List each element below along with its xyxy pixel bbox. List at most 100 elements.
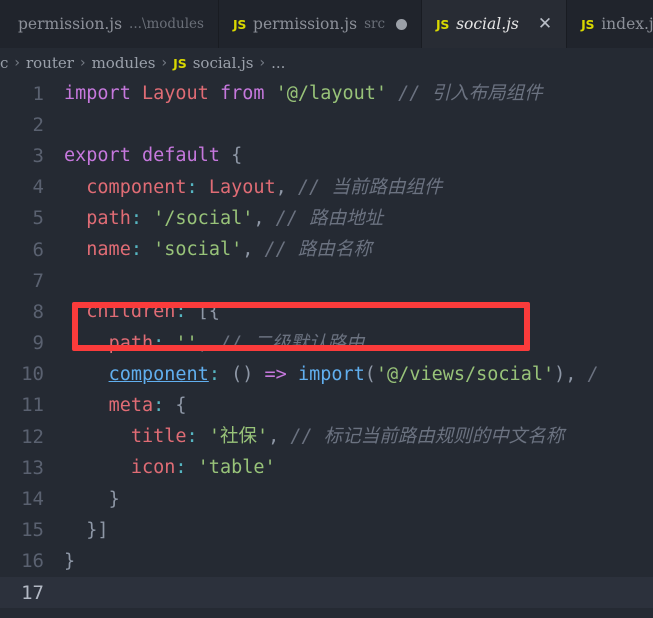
code-token: () — [231, 364, 253, 385]
line-number: 1 — [0, 83, 56, 105]
code-token: , — [276, 177, 287, 198]
unsaved-changes-dot-icon[interactable] — [396, 19, 407, 30]
code-token — [220, 364, 231, 385]
code-token — [64, 333, 109, 354]
code-token: import — [298, 364, 365, 385]
js-file-icon: JS — [581, 17, 594, 32]
code-line-content[interactable]: } — [56, 546, 75, 577]
code-token — [64, 301, 86, 322]
code-line[interactable]: 11 meta: { — [0, 390, 653, 421]
code-token — [253, 239, 264, 260]
breadcrumb-item[interactable]: c — [0, 54, 8, 72]
code-line[interactable]: 6 name: 'social', // 路由名称 — [0, 234, 653, 265]
code-line-content[interactable]: path: '/social', // 路由地址 — [56, 203, 383, 234]
code-line[interactable]: 7 — [0, 265, 653, 296]
code-line-content[interactable]: children: [{ — [56, 296, 220, 327]
breadcrumb-file[interactable]: social.js — [193, 54, 254, 72]
breadcrumb-item[interactable]: modules — [92, 54, 156, 72]
code-token: }] — [86, 520, 108, 541]
code-line-content[interactable]: export default { — [56, 140, 242, 171]
code-token: , — [268, 426, 279, 447]
close-icon[interactable]: ✕ — [538, 16, 552, 33]
code-token: Layout — [142, 83, 209, 104]
code-line-content[interactable]: component: () => import('@/views/social'… — [56, 359, 599, 390]
code-line[interactable]: 1import Layout from '@/layout' // 引入布局组件 — [0, 78, 653, 109]
code-token — [142, 208, 153, 229]
breadcrumb-separator-icon: › — [260, 55, 266, 71]
breadcrumb-item[interactable]: router — [26, 54, 74, 72]
code-token: '' — [175, 333, 197, 354]
code-token: : — [187, 426, 198, 447]
code-line-content[interactable]: meta: { — [56, 390, 187, 421]
code-token — [209, 333, 220, 354]
line-number: 14 — [0, 488, 56, 510]
code-token: // 路由地址 — [276, 208, 383, 229]
code-line[interactable]: 10 component: () => import('@/views/soci… — [0, 359, 653, 390]
code-line[interactable]: 2 — [0, 109, 653, 140]
code-token: '@/views/social' — [376, 364, 554, 385]
code-token: import — [64, 83, 131, 104]
code-line-content[interactable]: import Layout from '@/layout' // 引入布局组件 — [56, 78, 543, 109]
code-token: : — [209, 364, 220, 385]
code-line[interactable]: 14 } — [0, 483, 653, 514]
line-number: 15 — [0, 519, 56, 541]
code-line[interactable]: 17 — [0, 577, 653, 608]
code-line[interactable]: 4 component: Layout, // 当前路由组件 — [0, 172, 653, 203]
code-line-content[interactable]: title: '社保', // 标记当前路由规则的中文名称 — [56, 421, 564, 452]
code-token: / — [588, 364, 599, 385]
code-line-content[interactable]: }] — [56, 515, 109, 546]
code-line-content[interactable]: name: 'social', // 路由名称 — [56, 234, 372, 265]
code-token: , — [198, 333, 209, 354]
code-token — [209, 83, 220, 104]
code-line[interactable]: 12 title: '社保', // 标记当前路由规则的中文名称 — [0, 421, 653, 452]
code-token — [64, 457, 131, 478]
code-line[interactable]: 13 icon: 'table' — [0, 452, 653, 483]
code-line[interactable]: 16} — [0, 546, 653, 577]
code-line-content[interactable]: path: '', // 二级默认路由 — [56, 328, 364, 359]
code-line[interactable]: 15 }] — [0, 515, 653, 546]
code-token: : — [153, 333, 164, 354]
breadcrumb-symbol-placeholder[interactable]: ... — [271, 54, 285, 72]
code-line-content[interactable]: icon: 'table' — [56, 452, 276, 483]
code-token — [64, 395, 109, 416]
code-token: : — [153, 395, 164, 416]
js-file-icon: JS — [173, 56, 187, 71]
code-token: => — [265, 364, 287, 385]
line-number: 5 — [0, 207, 56, 229]
editor-tab-permission-js[interactable]: permission.js...\modules — [0, 0, 219, 48]
code-editor[interactable]: 1import Layout from '@/layout' // 引入布局组件… — [0, 78, 653, 618]
code-token: , — [242, 239, 253, 260]
line-number: 12 — [0, 426, 56, 448]
code-token: ) — [554, 364, 565, 385]
code-token: path — [109, 333, 154, 354]
code-token: '/social' — [153, 208, 253, 229]
editor-tab-social-js[interactable]: JSsocial.js✕ — [422, 0, 567, 48]
code-token: component — [109, 364, 209, 385]
code-token: // 引入布局组件 — [398, 83, 542, 104]
code-token: children — [86, 301, 175, 322]
editor-tab-permission-js[interactable]: JSpermission.jssrc — [219, 0, 422, 48]
editor-tab-index-js[interactable]: JSindex.js — [567, 0, 653, 48]
code-line-content[interactable]: component: Layout, // 当前路由组件 — [56, 172, 442, 203]
code-token — [287, 177, 298, 198]
code-token: default — [142, 145, 220, 166]
code-line[interactable]: 9 path: '', // 二级默认路由 — [0, 328, 653, 359]
line-number: 3 — [0, 145, 56, 167]
code-token — [64, 208, 86, 229]
code-line[interactable]: 5 path: '/social', // 路由地址 — [0, 203, 653, 234]
code-line[interactable]: 8 children: [{ — [0, 296, 653, 327]
code-line[interactable]: 3export default { — [0, 140, 653, 171]
code-token: Layout — [209, 177, 276, 198]
code-token — [279, 426, 290, 447]
code-token: : — [175, 457, 186, 478]
code-line-content[interactable]: } — [56, 484, 120, 515]
code-token: path — [86, 208, 131, 229]
code-token: ( — [365, 364, 376, 385]
code-token: { — [175, 395, 186, 416]
breadcrumb-separator-icon: › — [161, 55, 167, 71]
code-token: } — [109, 489, 120, 510]
line-number: 8 — [0, 301, 56, 323]
code-token: : — [187, 177, 198, 198]
code-token: // 标记当前路由规则的中文名称 — [290, 426, 564, 447]
line-number: 13 — [0, 457, 56, 479]
